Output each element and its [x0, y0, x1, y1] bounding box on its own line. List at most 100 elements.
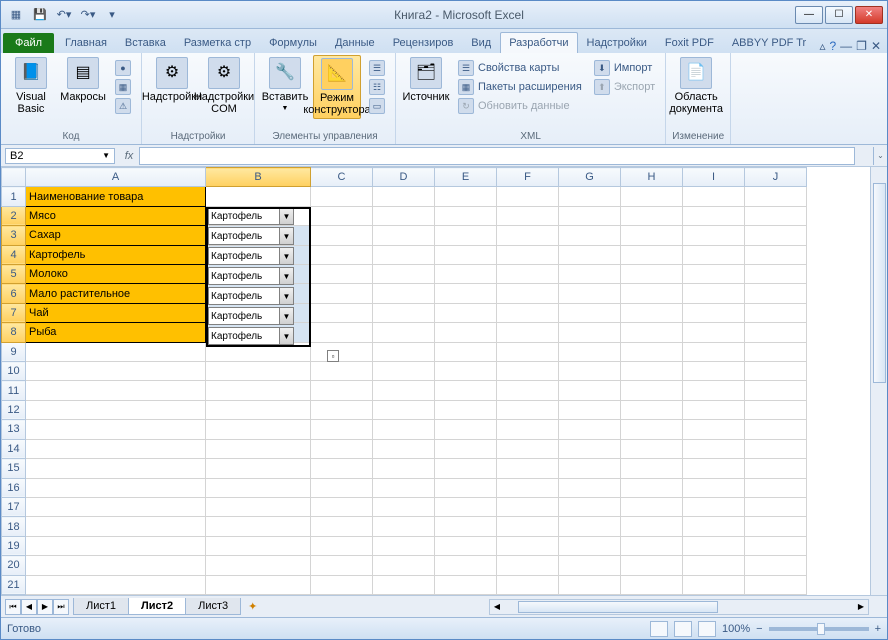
formula-expand-icon[interactable]: ⌄: [873, 147, 887, 165]
cell-J7[interactable]: [745, 303, 807, 322]
cell-B17[interactable]: [206, 497, 311, 516]
ribbon-tab-7[interactable]: Разработчи: [500, 32, 577, 53]
cell-I12[interactable]: [683, 400, 745, 419]
cell-G21[interactable]: [559, 575, 621, 594]
cell-D6[interactable]: [373, 284, 435, 303]
name-box[interactable]: B2▼: [5, 148, 115, 164]
cell-C17[interactable]: [311, 497, 373, 516]
col-header-H[interactable]: H: [621, 168, 683, 187]
cell-D15[interactable]: [373, 459, 435, 478]
cell-G9[interactable]: [559, 342, 621, 361]
row-header-6[interactable]: 6: [2, 284, 26, 303]
row-header-13[interactable]: 13: [2, 420, 26, 439]
cell-G2[interactable]: [559, 206, 621, 225]
record-macro-button[interactable]: ●: [111, 59, 135, 77]
select-all-corner[interactable]: [2, 168, 26, 187]
cell-I19[interactable]: [683, 536, 745, 555]
row-header-17[interactable]: 17: [2, 497, 26, 516]
cell-C3[interactable]: [311, 226, 373, 245]
sheet-nav-next-icon[interactable]: ▶: [37, 599, 53, 615]
cell-D14[interactable]: [373, 439, 435, 458]
cell-I14[interactable]: [683, 439, 745, 458]
cell-G17[interactable]: [559, 497, 621, 516]
cell-D10[interactable]: [373, 362, 435, 381]
file-tab[interactable]: Файл: [3, 33, 54, 53]
cell-I5[interactable]: [683, 265, 745, 284]
row-header-4[interactable]: 4: [2, 245, 26, 264]
cell-J15[interactable]: [745, 459, 807, 478]
cell-C14[interactable]: [311, 439, 373, 458]
cell-J18[interactable]: [745, 517, 807, 536]
cell-A17[interactable]: [26, 497, 206, 516]
cell-E21[interactable]: [435, 575, 497, 594]
ribbon-tab-10[interactable]: ABBYY PDF Tr: [723, 32, 815, 53]
cell-F13[interactable]: [497, 420, 559, 439]
cell-D1[interactable]: [373, 187, 435, 206]
cell-I17[interactable]: [683, 497, 745, 516]
col-header-I[interactable]: I: [683, 168, 745, 187]
vertical-scrollbar[interactable]: [870, 167, 887, 595]
cell-E17[interactable]: [435, 497, 497, 516]
close-button[interactable]: ✕: [855, 6, 883, 24]
cell-G19[interactable]: [559, 536, 621, 555]
cell-H2[interactable]: [621, 206, 683, 225]
cell-D17[interactable]: [373, 497, 435, 516]
cell-I18[interactable]: [683, 517, 745, 536]
ribbon-tab-6[interactable]: Вид: [462, 32, 500, 53]
cell-H5[interactable]: [621, 265, 683, 284]
map-properties-button[interactable]: ☰Свойства карты: [454, 59, 586, 77]
cell-A16[interactable]: [26, 478, 206, 497]
cell-J21[interactable]: [745, 575, 807, 594]
ribbon-minimize-icon[interactable]: ▵: [819, 39, 825, 53]
ribbon-tab-9[interactable]: Foxit PDF: [656, 32, 723, 53]
row-header-15[interactable]: 15: [2, 459, 26, 478]
cell-I8[interactable]: [683, 323, 745, 342]
combobox-row-6[interactable]: Картофель▼: [208, 287, 294, 305]
cell-D5[interactable]: [373, 265, 435, 284]
cell-E10[interactable]: [435, 362, 497, 381]
cell-C12[interactable]: [311, 400, 373, 419]
visual-basic-button[interactable]: 📘Visual Basic: [7, 55, 55, 117]
cell-B18[interactable]: [206, 517, 311, 536]
xml-source-button[interactable]: 🗂Источник: [402, 55, 450, 105]
cell-F6[interactable]: [497, 284, 559, 303]
cell-A18[interactable]: [26, 517, 206, 536]
cell-B13[interactable]: [206, 420, 311, 439]
cell-H18[interactable]: [621, 517, 683, 536]
ribbon-tab-0[interactable]: Главная: [56, 32, 116, 53]
cell-I13[interactable]: [683, 420, 745, 439]
dropdown-arrow-icon[interactable]: ▼: [279, 208, 293, 224]
col-header-B[interactable]: B: [206, 168, 311, 187]
sheet-nav-prev-icon[interactable]: ◀: [21, 599, 37, 615]
cell-H19[interactable]: [621, 536, 683, 555]
row-header-8[interactable]: 8: [2, 323, 26, 342]
cell-G16[interactable]: [559, 478, 621, 497]
import-button[interactable]: ⬇Импорт: [590, 59, 659, 77]
col-header-E[interactable]: E: [435, 168, 497, 187]
cell-F1[interactable]: [497, 187, 559, 206]
row-header-12[interactable]: 12: [2, 400, 26, 419]
cell-G8[interactable]: [559, 323, 621, 342]
row-header-5[interactable]: 5: [2, 265, 26, 284]
cell-C15[interactable]: [311, 459, 373, 478]
cell-C19[interactable]: [311, 536, 373, 555]
minimize-button[interactable]: —: [795, 6, 823, 24]
cell-I16[interactable]: [683, 478, 745, 497]
cell-E20[interactable]: [435, 556, 497, 575]
col-header-G[interactable]: G: [559, 168, 621, 187]
worksheet-grid[interactable]: ABCDEFGHIJ1Наименование товара2Мясо3Саха…: [1, 167, 887, 595]
com-addins-button[interactable]: ⚙Надстройки COM: [200, 55, 248, 117]
export-button[interactable]: ⬆Экспорт: [590, 78, 659, 96]
zoom-in-button[interactable]: +: [875, 623, 881, 635]
cell-F17[interactable]: [497, 497, 559, 516]
cell-C20[interactable]: [311, 556, 373, 575]
insert-control-button[interactable]: 🔧Вставить▼: [261, 55, 309, 115]
cell-E15[interactable]: [435, 459, 497, 478]
zoom-level[interactable]: 100%: [722, 623, 750, 635]
cell-A1[interactable]: Наименование товара: [26, 187, 206, 206]
cell-G14[interactable]: [559, 439, 621, 458]
cell-H14[interactable]: [621, 439, 683, 458]
row-header-10[interactable]: 10: [2, 362, 26, 381]
cell-I21[interactable]: [683, 575, 745, 594]
cell-E19[interactable]: [435, 536, 497, 555]
